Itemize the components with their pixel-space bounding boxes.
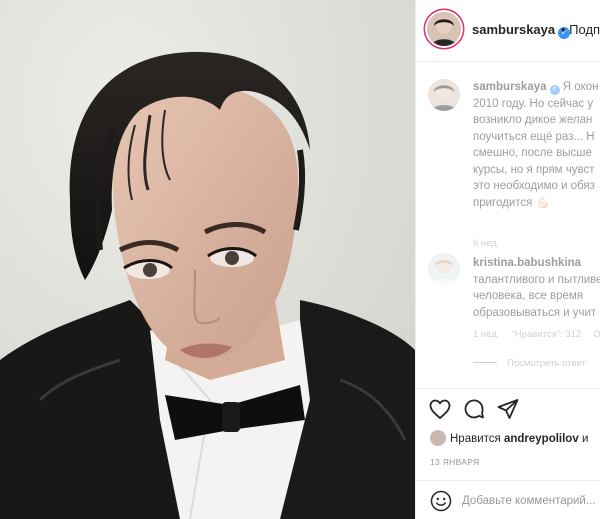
liker-avatar — [430, 430, 446, 446]
caption-time: 6 нед. — [473, 238, 500, 249]
divider — [473, 362, 497, 363]
reply-button[interactable]: О — [593, 329, 600, 340]
comment-input[interactable] — [462, 490, 600, 512]
likes-suffix: и — [581, 433, 589, 445]
comment-text: kristina.babushkina талантливого и пытли… — [473, 257, 600, 319]
commenter-avatar[interactable] — [428, 253, 460, 285]
post-date: 13 ЯНВАРЯ — [430, 457, 480, 467]
author-avatar[interactable] — [427, 12, 461, 46]
add-comment-bar — [416, 480, 600, 519]
share-icon[interactable] — [496, 397, 522, 423]
comment-icon[interactable] — [462, 397, 488, 423]
post-side-panel: samburskaya ✓ • Подп samburskaya ✓ Я окон … — [415, 0, 600, 519]
verified-badge-icon: ✓ — [549, 85, 560, 95]
post-photo[interactable] — [0, 0, 415, 519]
caption-meta: 6 нед. — [473, 238, 511, 249]
heart-icon[interactable] — [428, 397, 454, 423]
commenter-username[interactable]: kristina.babushkina — [473, 257, 581, 269]
view-replies-button[interactable]: Посмотреть ответ — [473, 358, 586, 369]
likes-prefix: Нравится — [450, 433, 501, 445]
comment-likes-count[interactable]: "Нравится": 312 — [511, 329, 581, 340]
likes-summary[interactable]: Нравится andreypolilov и — [430, 430, 588, 446]
caption-comment: samburskaya ✓ Я окон 2010 году. Но сейчас… — [416, 79, 600, 249]
liker-username[interactable]: andreypolilov — [504, 433, 579, 445]
caption-avatar[interactable] — [428, 79, 460, 111]
caption-username[interactable]: samburskaya — [473, 81, 547, 93]
follow-button[interactable]: • Подп — [561, 22, 600, 37]
comments-list[interactable]: samburskaya ✓ Я окон 2010 году. Но сейчас… — [416, 63, 600, 385]
smiley-icon[interactable] — [430, 490, 452, 512]
list-item: kristina.babushkina талантливого и пытли… — [416, 253, 600, 383]
view-replies-label: Посмотреть ответ — [507, 358, 586, 369]
caption-text: samburskaya ✓ Я окон 2010 году. Но сейчас… — [473, 81, 599, 209]
post-actions — [416, 388, 600, 430]
post-header: samburskaya ✓ • Подп — [416, 0, 600, 62]
author-username[interactable]: samburskaya ✓ — [472, 22, 571, 39]
portrait-image — [0, 0, 415, 519]
comment-time: 1 нед. — [473, 329, 500, 340]
comment-meta: 1 нед. "Нравится": 312 О — [473, 329, 600, 340]
